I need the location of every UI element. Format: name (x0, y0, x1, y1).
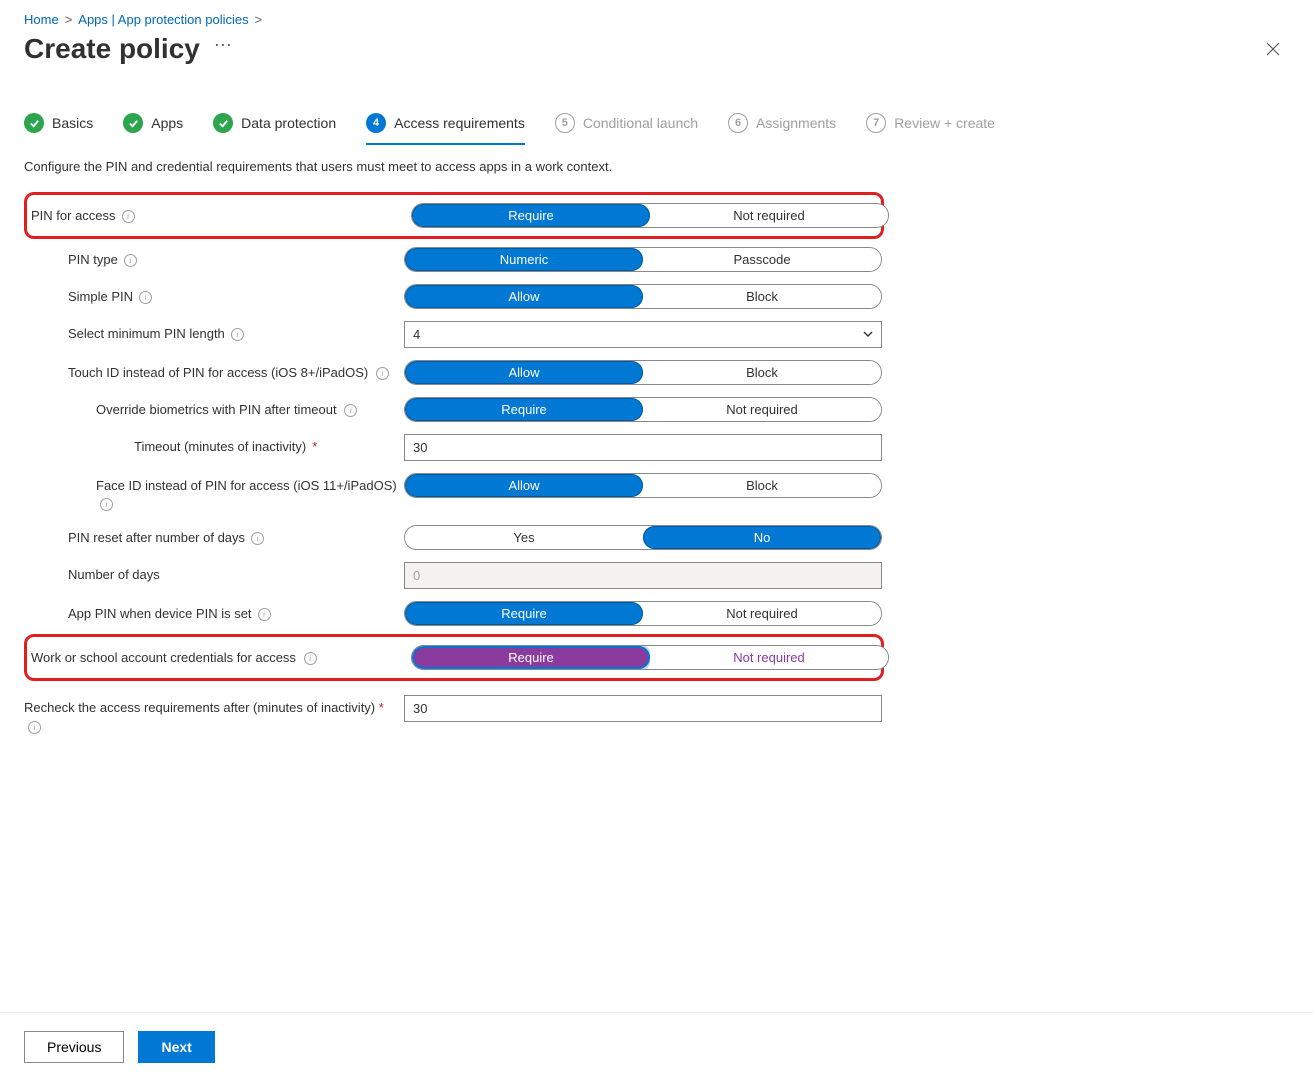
step-label: Apps (151, 115, 183, 131)
check-icon (213, 113, 233, 133)
close-button[interactable] (1257, 33, 1289, 65)
step-review-create[interactable]: 7 Review + create (866, 113, 995, 145)
toggle-option-block[interactable]: Block (643, 285, 881, 308)
toggle-option-not-required[interactable]: Not required (643, 398, 881, 421)
step-number-icon: 6 (728, 113, 748, 133)
toggle-option-require[interactable]: Require (412, 646, 650, 669)
step-apps[interactable]: Apps (123, 113, 183, 145)
toggle-option-not-required[interactable]: Not required (650, 646, 888, 669)
step-label: Access requirements (394, 115, 525, 131)
input-timeout-inactivity[interactable] (404, 434, 882, 461)
input-recheck-access[interactable] (404, 695, 882, 722)
step-access-requirements[interactable]: 4 Access requirements (366, 113, 525, 145)
wizard-stepper: Basics Apps Data protection 4 Access req… (24, 113, 1289, 145)
step-label: Data protection (241, 115, 336, 131)
toggle-option-block[interactable]: Block (643, 361, 881, 384)
highlight-work-school-credentials: Work or school account credentials for a… (24, 634, 884, 681)
info-icon[interactable]: i (304, 652, 317, 665)
label-simple-pin: Simple PIN (68, 288, 133, 306)
step-assignments[interactable]: 6 Assignments (728, 113, 836, 145)
label-touchid: Touch ID instead of PIN for access (iOS … (68, 365, 368, 380)
step-data-protection[interactable]: Data protection (213, 113, 336, 145)
chevron-right-icon: > (255, 12, 263, 27)
toggle-option-not-required[interactable]: Not required (643, 602, 881, 625)
step-label: Assignments (756, 115, 836, 131)
toggle-option-yes[interactable]: Yes (405, 526, 643, 549)
toggle-option-block[interactable]: Block (643, 474, 881, 497)
toggle-option-passcode[interactable]: Passcode (643, 248, 881, 271)
info-icon[interactable]: i (344, 404, 357, 417)
label-number-of-days: Number of days (68, 566, 160, 584)
chevron-right-icon: > (65, 12, 73, 27)
label-faceid: Face ID instead of PIN for access (iOS 1… (96, 478, 397, 493)
label-pin-reset-days: PIN reset after number of days (68, 529, 245, 547)
info-icon[interactable]: i (122, 210, 135, 223)
section-description: Configure the PIN and credential require… (24, 159, 1289, 174)
toggle-option-no[interactable]: No (643, 526, 881, 549)
check-icon (123, 113, 143, 133)
info-icon[interactable]: i (28, 721, 41, 734)
toggle-work-school-credentials[interactable]: Require Not required (411, 645, 889, 670)
step-conditional-launch[interactable]: 5 Conditional launch (555, 113, 698, 145)
step-number-icon: 4 (366, 113, 386, 133)
toggle-option-allow[interactable]: Allow (405, 285, 643, 308)
step-basics[interactable]: Basics (24, 113, 93, 145)
required-indicator: * (379, 700, 384, 715)
toggle-option-require[interactable]: Require (405, 398, 643, 421)
step-number-icon: 7 (866, 113, 886, 133)
toggle-simple-pin[interactable]: Allow Block (404, 284, 882, 309)
highlight-pin-for-access: PIN for access i Require Not required (24, 192, 884, 239)
label-min-pin-length: Select minimum PIN length (68, 325, 225, 343)
breadcrumb-apps[interactable]: Apps | App protection policies (78, 12, 248, 27)
toggle-option-allow[interactable]: Allow (405, 474, 643, 497)
step-label: Basics (52, 115, 93, 131)
info-icon[interactable]: i (100, 498, 113, 511)
toggle-faceid[interactable]: Allow Block (404, 473, 882, 498)
toggle-option-require[interactable]: Require (412, 204, 650, 227)
select-min-pin-length[interactable] (404, 321, 882, 348)
info-icon[interactable]: i (251, 532, 264, 545)
toggle-option-numeric[interactable]: Numeric (405, 248, 643, 271)
label-recheck-access: Recheck the access requirements after (m… (24, 700, 375, 715)
label-override-biometrics: Override biometrics with PIN after timeo… (96, 402, 337, 417)
label-work-school-credentials: Work or school account credentials for a… (31, 650, 296, 665)
toggle-app-pin-device[interactable]: Require Not required (404, 601, 882, 626)
label-pin-for-access: PIN for access (31, 207, 116, 225)
previous-button[interactable]: Previous (24, 1031, 124, 1063)
info-icon[interactable]: i (139, 291, 152, 304)
toggle-pin-type[interactable]: Numeric Passcode (404, 247, 882, 272)
close-icon (1266, 42, 1280, 56)
breadcrumb-home[interactable]: Home (24, 12, 59, 27)
toggle-option-allow[interactable]: Allow (405, 361, 643, 384)
label-app-pin-device: App PIN when device PIN is set (68, 605, 252, 623)
step-label: Conditional launch (583, 115, 698, 131)
next-button[interactable]: Next (138, 1031, 214, 1063)
toggle-option-require[interactable]: Require (405, 602, 643, 625)
toggle-pin-reset-days[interactable]: Yes No (404, 525, 882, 550)
label-pin-type: PIN type (68, 251, 118, 269)
info-icon[interactable]: i (124, 254, 137, 267)
input-number-of-days (404, 562, 882, 589)
info-icon[interactable]: i (258, 608, 271, 621)
toggle-option-not-required[interactable]: Not required (650, 204, 888, 227)
label-timeout-inactivity: Timeout (minutes of inactivity) (134, 438, 306, 456)
page-title: Create policy (24, 33, 200, 65)
toggle-override-biometrics[interactable]: Require Not required (404, 397, 882, 422)
step-label: Review + create (894, 115, 995, 131)
wizard-footer: Previous Next (0, 1012, 1313, 1089)
check-icon (24, 113, 44, 133)
info-icon[interactable]: i (231, 328, 244, 341)
more-icon[interactable]: ⋯ (214, 36, 233, 54)
step-number-icon: 5 (555, 113, 575, 133)
toggle-pin-for-access[interactable]: Require Not required (411, 203, 889, 228)
toggle-touchid[interactable]: Allow Block (404, 360, 882, 385)
required-indicator: * (312, 438, 317, 456)
info-icon[interactable]: i (376, 367, 389, 380)
breadcrumb: Home > Apps | App protection policies > (24, 12, 1289, 27)
